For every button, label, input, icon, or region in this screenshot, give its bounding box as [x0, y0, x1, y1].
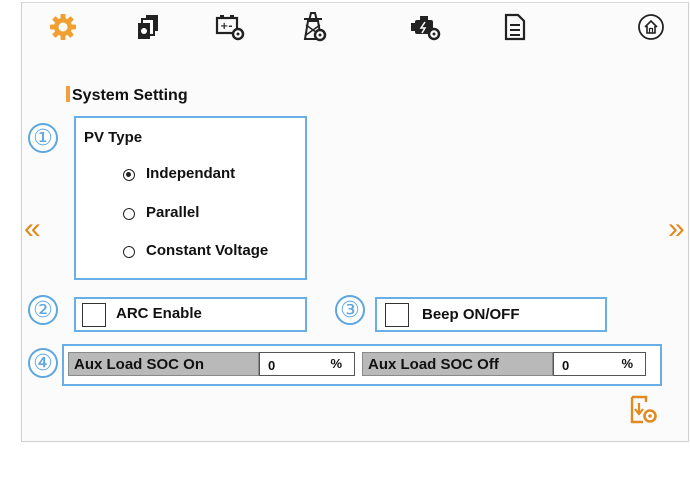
gear-icon[interactable]: [45, 9, 81, 45]
callout-badge-2: ②: [28, 295, 58, 325]
callout-badge-4: ④: [28, 348, 58, 378]
pv-type-label: PV Type: [84, 129, 143, 146]
battery-settings-icon[interactable]: +-: [212, 9, 248, 45]
arc-enable-label: ARC Enable: [116, 305, 202, 322]
section-title: System Setting: [66, 86, 188, 105]
settings-screen: +- System Setting ① PV Type Independant …: [21, 2, 689, 442]
svg-text:+-: +-: [220, 21, 233, 32]
generator-settings-icon[interactable]: [408, 9, 444, 45]
aux-load-group: Aux Load SOC On 0 % Aux Load SOC Off 0 %: [62, 344, 662, 386]
aux-load-soc-off-unit: %: [621, 356, 633, 371]
grid-tower-settings-icon[interactable]: [295, 9, 331, 45]
toolbar-divider: [22, 2, 688, 3]
option-label: Independant: [146, 165, 236, 182]
arc-enable-group: ARC Enable: [74, 297, 307, 332]
home-icon[interactable]: [633, 9, 669, 45]
option-label: Constant Voltage: [146, 242, 269, 259]
section-title-text: System Setting: [72, 87, 188, 104]
arc-enable-checkbox[interactable]: [82, 303, 106, 327]
beep-label: Beep ON/OFF: [422, 306, 520, 323]
stacked-pages-icon[interactable]: [129, 9, 165, 45]
prev-page-arrow[interactable]: «: [24, 214, 41, 244]
radio-constant-voltage[interactable]: [123, 246, 135, 258]
aux-load-soc-off-value: 0: [562, 358, 570, 373]
radio-parallel[interactable]: [123, 208, 135, 220]
option-label: Parallel: [146, 204, 200, 221]
next-page-arrow[interactable]: »: [668, 214, 685, 244]
document-icon[interactable]: [497, 9, 533, 45]
beep-group: Beep ON/OFF: [375, 297, 607, 332]
aux-load-soc-on-label: Aux Load SOC On: [68, 352, 259, 376]
aux-load-soc-on-unit: %: [330, 356, 342, 371]
save-settings-icon[interactable]: [629, 394, 659, 426]
aux-load-soc-off-label: Aux Load SOC Off: [362, 352, 553, 376]
callout-badge-1: ①: [28, 123, 58, 153]
section-marker: [66, 86, 70, 102]
beep-checkbox[interactable]: [385, 303, 409, 327]
radio-independant[interactable]: [123, 169, 135, 181]
aux-load-soc-off-input[interactable]: 0 %: [553, 352, 646, 376]
aux-load-soc-on-input[interactable]: 0 %: [259, 352, 355, 376]
callout-badge-3: ③: [335, 295, 365, 325]
pv-type-group: PV Type Independant Parallel Constant Vo…: [74, 116, 307, 280]
aux-load-soc-on-value: 0: [268, 358, 276, 373]
